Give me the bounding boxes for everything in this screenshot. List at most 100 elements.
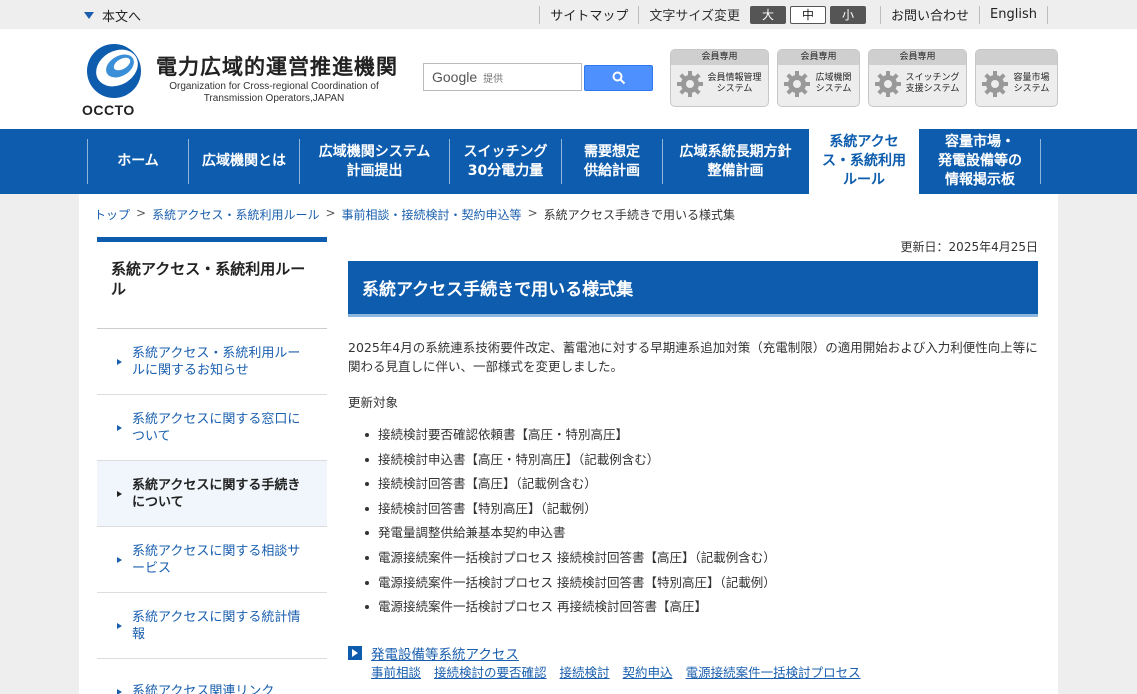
link-bulk-study-process[interactable]: 電源接続案件一括検討プロセス	[686, 662, 861, 681]
sidebar-item-label: 系統アクセスに関する窓口について	[132, 411, 301, 444]
sidebar-item-label: 系統アクセスに関する統計情報	[132, 609, 301, 642]
triangle-right-icon	[117, 688, 122, 694]
nav-label-line1: 広域機関システム	[318, 143, 431, 160]
nav-label-line2: 整備計画	[707, 162, 764, 179]
nav-capacity-market[interactable]: 容量市場・発電設備等の 情報掲示板	[920, 129, 1040, 194]
nav-label-line2: 30分電力量	[467, 162, 544, 179]
capacity-market-system-button[interactable]: 容量市場 システム	[975, 49, 1058, 107]
member-button-line2: システム	[716, 84, 753, 94]
skip-to-content-link[interactable]: 本文へ	[84, 6, 141, 25]
updated-date: 更新日：2025年4月25日	[900, 240, 1038, 254]
global-nav: ホーム 広域機関とは 広域機関システム 計画提出 スイッチング 30分電力量 需要想…	[0, 129, 1137, 194]
sidebar-item-news[interactable]: 系統アクセス・系統利用ルールに関するお知らせ	[97, 329, 327, 395]
org-name-en-line2: Transmission Operators,JAPAN	[203, 93, 345, 104]
nav-home[interactable]: ホーム	[88, 129, 188, 194]
org-name-jp[interactable]: 電力広域的運営推進機関	[156, 51, 398, 81]
org-name-en: Organization for Cross-regional Coordina…	[158, 81, 390, 105]
breadcrumb-grid-access[interactable]: 系統アクセス・系統利用ルール	[152, 206, 319, 223]
sidebar: 系統アクセス・系統利用ルール 系統アクセス・系統利用ルールに関するお知らせ 系統…	[97, 237, 327, 694]
font-large-button[interactable]: 大	[750, 5, 787, 24]
gear-icon	[784, 71, 810, 97]
divider	[880, 5, 882, 24]
sidebar-item-consultation-service[interactable]: 系統アクセスに関する相談サービス	[97, 527, 327, 593]
breadcrumb-top[interactable]: トップ	[94, 206, 130, 223]
nav-label-line2: 供給計画	[584, 162, 640, 179]
search-button[interactable]	[584, 65, 653, 91]
sitemap-link[interactable]: サイトマップ	[550, 5, 628, 24]
font-size-label: 文字サイズ変更	[649, 9, 741, 24]
link-necessity-check[interactable]: 接続検討の要否確認	[434, 662, 547, 681]
triangle-right-icon	[117, 358, 122, 365]
member-button-line1: スイッチング	[905, 73, 960, 83]
member-button-line2: システム	[1013, 84, 1050, 94]
sidebar-item-contact-window[interactable]: 系統アクセスに関する窓口について	[97, 395, 327, 461]
switching-support-system-button[interactable]: 会員専用 スイッチング 支援システム	[868, 49, 967, 107]
nav-label-line2: ス・系統利用	[822, 153, 906, 169]
occto-system-button[interactable]: 会員専用 広域機関 システム	[777, 49, 860, 107]
nav-label-line2: 発電設備等の	[938, 153, 1022, 169]
nav-long-term-policy[interactable]: 広域系統長期方針 整備計画	[663, 129, 808, 194]
site-header: OCCTO 電力広域的運営推進機関 Organization for Cross…	[0, 29, 1137, 129]
gear-icon	[677, 71, 703, 97]
triangle-right-icon	[117, 556, 122, 563]
nav-label-line1: 容量市場・	[945, 134, 1015, 150]
member-button-line2: 支援システム	[905, 84, 960, 94]
list-item: 電源接続案件一括検討プロセス 再接続検討回答書【高圧】	[365, 597, 776, 622]
nav-about[interactable]: 広域機関とは	[189, 129, 299, 194]
sidebar-item-related-links[interactable]: 系統アクセス関連リンク	[97, 659, 327, 694]
member-button-line2: システム	[815, 84, 852, 94]
member-only-label: 会員専用	[778, 50, 859, 65]
intro-text: 2025年4月の系統連系技術要件改定、蓄電池に対する早期連系追加対策（充電制限）…	[348, 340, 1038, 374]
member-button-line1: 容量市場	[1013, 73, 1050, 83]
org-name-en-line1: Organization for Cross-regional Coordina…	[169, 81, 379, 92]
related-sublinks: 事前相談 接続検討の要否確認 接続検討 契約申込 電源接続案件一括検討プロセス	[371, 662, 861, 681]
nav-occto-system[interactable]: 広域機関システム 計画提出	[300, 129, 449, 194]
utility-links: サイトマップ 文字サイズ変更 大 中 小 お問い合わせ English	[529, 4, 1058, 25]
related-heading-link[interactable]: 発電設備等系統アクセス	[371, 643, 519, 663]
nav-label-line3: 情報掲示板	[945, 172, 1015, 188]
triangle-down-icon	[84, 12, 94, 19]
divider	[1047, 5, 1048, 24]
sidebar-item-label: 系統アクセスに関する相談サービス	[132, 543, 301, 576]
sidebar-item-label: 系統アクセスに関する手続きについて	[132, 477, 301, 510]
nav-label-line1: スイッチング	[463, 143, 548, 160]
nav-demand-forecast[interactable]: 需要想定 供給計画	[562, 129, 662, 194]
link-connection-study[interactable]: 接続検討	[560, 662, 610, 681]
gear-icon	[982, 71, 1008, 97]
skip-label: 本文へ	[102, 10, 142, 25]
list-item: 接続検討要否確認依頼書【高圧・特別高圧】	[365, 425, 776, 450]
nav-label-line1: 系統アクセ	[829, 134, 899, 150]
member-only-label: 会員専用	[869, 50, 966, 65]
breadcrumb-consultation[interactable]: 事前相談・接続検討・契約申込等	[342, 206, 522, 223]
list-item: 電源接続案件一括検討プロセス 接続検討回答書【特別高圧】（記載例）	[365, 573, 776, 598]
sidebar-title: 系統アクセス・系統利用ルール	[97, 242, 327, 329]
nav-label-line1: 広域系統長期方針	[679, 143, 792, 160]
font-medium-button[interactable]: 中	[790, 5, 827, 24]
search-input[interactable]: Google 提供	[423, 63, 582, 91]
nav-switching[interactable]: スイッチング 30分電力量	[450, 129, 561, 194]
list-item: 接続検討回答書【特別高圧】（記載例）	[365, 499, 776, 524]
sidebar-item-statistics[interactable]: 系統アクセスに関する統計情報	[97, 593, 327, 659]
triangle-right-icon	[117, 490, 122, 497]
member-button-header	[976, 50, 1057, 65]
nav-label-line2: 計画提出	[346, 162, 403, 179]
nav-divider	[1040, 139, 1041, 184]
member-button-line1: 会員情報管理	[707, 73, 762, 83]
list-item: 電源接続案件一括検討プロセス 接続検討回答書【高圧】（記載例含む）	[365, 548, 776, 573]
font-small-button[interactable]: 小	[830, 5, 867, 24]
sidebar-item-label: 系統アクセス・系統利用ルールに関するお知らせ	[132, 345, 301, 378]
nav-grid-access[interactable]: 系統アクセ ス・系統利用 ルール	[809, 129, 919, 194]
list-item: 発電量調整供給兼基本契約申込書	[365, 523, 776, 548]
sidebar-item-procedures[interactable]: 系統アクセスに関する手続きについて	[97, 461, 327, 527]
member-info-system-button[interactable]: 会員専用 会員情報管理 システム	[670, 49, 769, 107]
nav-label: 広域機関とは	[202, 153, 286, 169]
nav-label: ホーム	[117, 153, 159, 169]
link-contract-application[interactable]: 契約申込	[623, 662, 673, 681]
breadcrumb-current: 系統アクセス手続きで用いる様式集	[543, 208, 736, 222]
sidebar-item-label: 系統アクセス関連リンク	[132, 684, 275, 694]
related-section-heading: 発電設備等系統アクセス	[348, 643, 519, 663]
link-prior-consultation[interactable]: 事前相談	[371, 662, 421, 681]
list-item: 接続検討申込書【高圧・特別高圧】（記載例含む）	[365, 450, 776, 475]
english-link[interactable]: English	[990, 7, 1037, 22]
contact-link[interactable]: お問い合わせ	[891, 5, 969, 24]
